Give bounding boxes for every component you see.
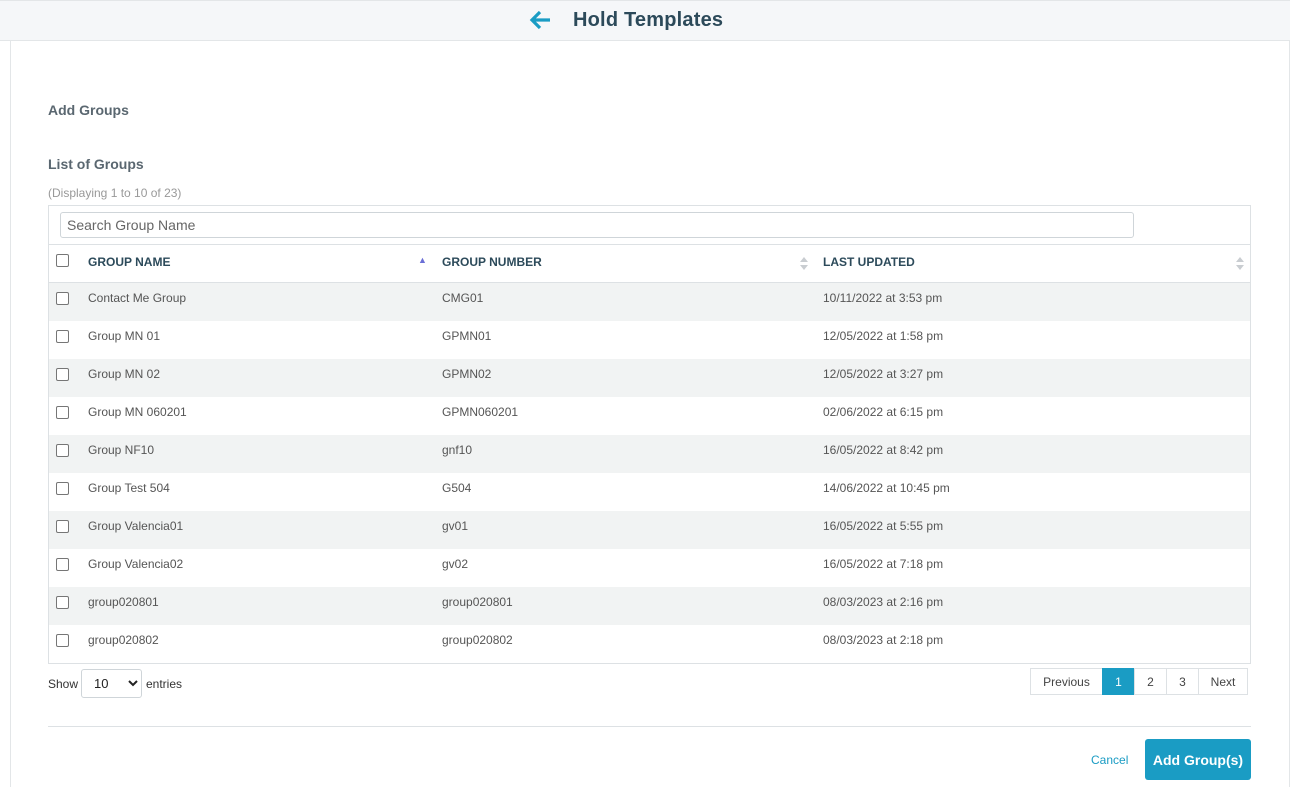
- groups-table: GROUP NAME ▲ GROUP NUMBER LAST UPDATED C…: [48, 205, 1251, 664]
- row-checkbox[interactable]: [56, 444, 69, 457]
- last-updated-cell: 08/03/2023 at 2:16 pm: [823, 595, 944, 609]
- table-row[interactable]: group020802 group020802 08/03/2023 at 2:18…: [49, 625, 1250, 663]
- group-number-cell: gv01: [442, 519, 469, 533]
- group-name-cell: Group NF10: [88, 443, 155, 457]
- group-name-cell: Contact Me Group: [88, 291, 187, 305]
- row-checkbox[interactable]: [56, 520, 69, 533]
- group-name-cell: group020801: [88, 595, 159, 609]
- last-updated-cell: 16/05/2022 at 7:18 pm: [823, 557, 944, 571]
- last-updated-cell: 12/05/2022 at 3:27 pm: [823, 367, 944, 381]
- section-title: Add Groups: [48, 102, 129, 118]
- table-row[interactable]: Group MN 01 GPMN01 12/05/2022 at 1:58 pm: [49, 321, 1250, 359]
- last-updated-cell: 12/05/2022 at 1:58 pm: [823, 329, 944, 343]
- display-info: (Displaying 1 to 10 of 23): [48, 186, 182, 200]
- row-checkbox[interactable]: [56, 558, 69, 571]
- group-number-cell: gnf10: [442, 443, 473, 457]
- entries-label: entries: [146, 677, 183, 691]
- cancel-button[interactable]: Cancel: [1091, 753, 1128, 767]
- page-title: Hold Templates: [573, 9, 724, 31]
- table-row[interactable]: group020801 group020801 08/03/2023 at 2:16…: [49, 587, 1250, 625]
- group-name-cell: Group Valencia02: [88, 557, 184, 571]
- group-name-cell: Group MN 02: [88, 367, 161, 381]
- group-name-cell: group020802: [88, 633, 159, 647]
- add-groups-button[interactable]: Add Group(s): [1145, 739, 1251, 780]
- row-checkbox[interactable]: [56, 330, 69, 343]
- column-header-group-name[interactable]: GROUP NAME: [88, 245, 170, 283]
- row-checkbox[interactable]: [56, 482, 69, 495]
- table-row[interactable]: Group Test 504 G504 14/06/2022 at 10:45 pm: [49, 473, 1250, 511]
- select-all-checkbox[interactable]: [56, 254, 69, 267]
- table-header: GROUP NAME ▲ GROUP NUMBER LAST UPDATED: [49, 244, 1250, 283]
- row-checkbox[interactable]: [56, 406, 69, 419]
- row-checkbox[interactable]: [56, 634, 69, 647]
- group-number-cell: G504: [442, 481, 472, 495]
- page-1-button[interactable]: 1: [1102, 668, 1135, 695]
- row-checkbox[interactable]: [56, 292, 69, 305]
- search-input[interactable]: [60, 212, 1134, 238]
- last-updated-cell: 14/06/2022 at 10:45 pm: [823, 481, 950, 495]
- group-number-cell: gv02: [442, 557, 469, 571]
- column-header-last-updated[interactable]: LAST UPDATED: [823, 245, 915, 283]
- next-button[interactable]: Next: [1198, 668, 1248, 695]
- table-row[interactable]: Group Valencia01 gv01 16/05/2022 at 5:55 p…: [49, 511, 1250, 549]
- table-row[interactable]: Group MN 02 GPMN02 12/05/2022 at 3:27 pm: [49, 359, 1250, 397]
- row-checkbox[interactable]: [56, 596, 69, 609]
- group-number-cell: GPMN01: [442, 329, 492, 343]
- pagination: Previous 1 2 3 Next: [1030, 668, 1248, 695]
- group-number-cell: group020802: [442, 633, 513, 647]
- last-updated-cell: 10/11/2022 at 3:53 pm: [823, 291, 943, 305]
- group-number-cell: CMG01: [442, 291, 484, 305]
- entries-select[interactable]: 102550100: [81, 669, 142, 698]
- column-header-group-number[interactable]: GROUP NUMBER: [442, 245, 542, 283]
- sort-icon: [800, 257, 808, 271]
- show-label: Show: [48, 677, 79, 691]
- table-row[interactable]: Group Valencia02 gv02 16/05/2022 at 7:18 p…: [49, 549, 1250, 587]
- table-row[interactable]: Group MN 060201 GPMN060201 02/06/2022 at 6…: [49, 397, 1250, 435]
- previous-button[interactable]: Previous: [1030, 668, 1103, 695]
- row-checkbox[interactable]: [56, 368, 69, 381]
- last-updated-cell: 16/05/2022 at 8:42 pm: [823, 443, 944, 457]
- group-number-cell: group020801: [442, 595, 513, 609]
- group-name-cell: Group MN 060201: [88, 405, 187, 419]
- table-row[interactable]: Group NF10 gnf10 16/05/2022 at 8:42 pm: [49, 435, 1250, 473]
- group-number-cell: GPMN060201: [442, 405, 519, 419]
- table-row[interactable]: Contact Me Group CMG01 10/11/2022 at 3:53 …: [49, 283, 1250, 321]
- last-updated-cell: 02/06/2022 at 6:15 pm: [823, 405, 944, 419]
- group-number-cell: GPMN02: [442, 367, 492, 381]
- group-name-cell: Group Valencia01: [88, 519, 184, 533]
- header-bar: Hold Templates: [0, 0, 1290, 41]
- page-2-button[interactable]: 2: [1134, 668, 1167, 695]
- sort-ascending-icon: ▲: [418, 255, 427, 265]
- page-3-button[interactable]: 3: [1166, 668, 1199, 695]
- arrow-left-icon[interactable]: [528, 9, 552, 31]
- group-name-cell: Group MN 01: [88, 329, 161, 343]
- last-updated-cell: 08/03/2023 at 2:18 pm: [823, 633, 944, 647]
- divider: [48, 726, 1251, 727]
- last-updated-cell: 16/05/2022 at 5:55 pm: [823, 519, 944, 533]
- list-title: List of Groups: [48, 156, 144, 172]
- group-name-cell: Group Test 504: [88, 481, 170, 495]
- sort-icon: [1236, 257, 1244, 271]
